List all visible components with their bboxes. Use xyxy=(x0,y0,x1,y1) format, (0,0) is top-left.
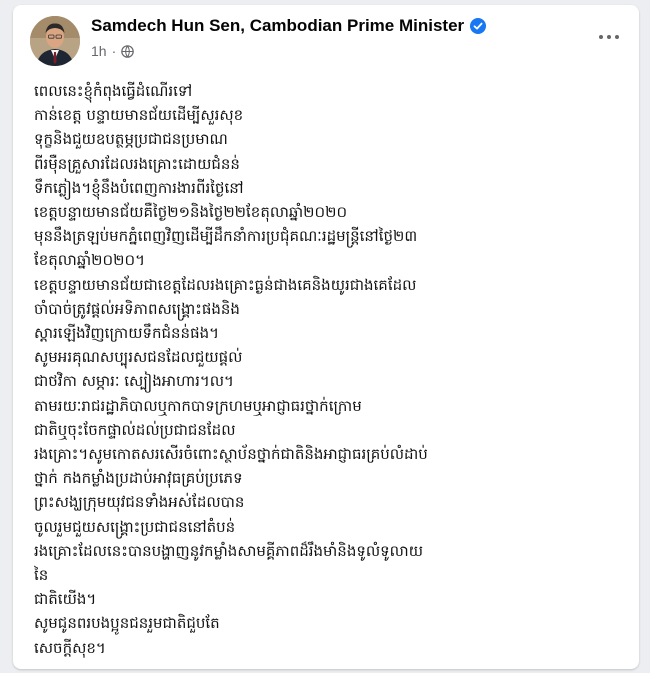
post-text-line: ពីរម៉ឺនគ្រួសារដែលរងគ្រោះដោយជំនន់ xyxy=(34,154,240,173)
post-meta: 1h · xyxy=(91,43,135,59)
post-text-line: នៃ xyxy=(34,566,49,585)
post-text-line: តាមរយៈរាជរដ្ឋាភិបាលឬកាកបាទក្រហមឬអាជ្ញាធរ… xyxy=(34,396,362,415)
post-text-line: ព្រះសង្ឃក្រុមយុវជនទាំងអស់ដែលបាន xyxy=(34,493,245,512)
verified-badge-icon xyxy=(470,18,487,34)
post-text-line: ពេលនេះខ្ញុំកំពុងធ្វើដំណើរទៅ xyxy=(34,82,193,100)
post-text-line: ខេត្តបន្ទាយមានជ័យជាខេត្តដែលរងគ្រោះធ្ងន់ជ… xyxy=(34,275,417,294)
post-text-line: ខែតុលាឆ្នាំ២០២០។ xyxy=(34,251,145,270)
meta-separator: · xyxy=(111,43,117,59)
globe-icon[interactable] xyxy=(121,44,135,58)
post-header: Samdech Hun Sen, Cambodian Prime Ministe… xyxy=(13,5,639,66)
more-options-icon[interactable] xyxy=(595,27,623,47)
post-text-line: ជាតិឬចុះចែកផ្ទាល់ដល់ប្រជាជនដែល xyxy=(34,420,236,439)
author-avatar[interactable] xyxy=(30,16,80,66)
post-card: Samdech Hun Sen, Cambodian Prime Ministe… xyxy=(13,5,639,669)
post-text-line: សូមជូនពរបងប្អូនជនរួមជាតិជួបតែ xyxy=(34,614,220,633)
post-body: ពេលនេះខ្ញុំកំពុងធ្វើដំណើរទៅ កាន់ខេត្ត បន… xyxy=(34,79,630,660)
post-text-line: ទុក្ខនិងជួយឧបត្ថម្ភប្រជាជនប្រមាណ xyxy=(34,130,228,149)
post-text-line: រងគ្រោះដែលនេះបានបង្ហាញនូវកម្លាំងសាមគ្គីភ… xyxy=(34,541,423,560)
post-text-line: ចូលរួមជួយសង្គ្រោះប្រជាជននៅតំបន់ xyxy=(34,517,236,536)
post-text-line: ចាំបាច់ត្រូវផ្តល់អទិភាពសង្គ្រោះផងនិង xyxy=(34,299,240,318)
post-text-line: សូមអរគុណសប្បុរសជនដែលជួយផ្តល់ xyxy=(34,348,243,367)
post-text-line: រងគ្រោះ។សូមកោតសរសើរចំពោះស្ថាប័នថ្នាក់ជាត… xyxy=(34,445,428,464)
post-text-line: ស្តារឡើងវិញក្រោយទឹកជំនន់ផង។ xyxy=(34,324,220,343)
author-name-row: Samdech Hun Sen, Cambodian Prime Ministe… xyxy=(91,16,487,36)
post-text-line: ថ្នាក់ កងកម្លាំងប្រដាប់អាវុធគ្រប់ប្រភេទ xyxy=(34,469,243,488)
post-text-line: មុននឹងត្រឡប់មកភ្នំពេញវិញដើម្បីដឹកនាំការប… xyxy=(34,227,418,246)
post-time[interactable]: 1h xyxy=(91,43,107,59)
post-text-line: កាន់ខេត្ត បន្ទាយមានជ័យដើម្បីសួរសុខ xyxy=(34,106,244,125)
post-text-line: សេចក្តីសុខ។ xyxy=(34,638,106,657)
post-text-line: ជាតិយើង។ xyxy=(34,590,97,609)
author-name[interactable]: Samdech Hun Sen, Cambodian Prime Ministe… xyxy=(91,16,464,36)
post-text-line: ខេត្តបន្ទាយមានជ័យគឺថ្ងៃ២១និងថ្ងៃ២២ខែតុលា… xyxy=(34,203,348,222)
post-text-line: ជាថវិកា សម្ភារៈ ស្បៀងអាហារ។ល។ xyxy=(34,372,234,391)
post-text-line: ទឹកភ្លៀង។ខ្ញុំនឹងបំពេញការងារពីរថ្ងៃនៅ xyxy=(34,178,244,197)
